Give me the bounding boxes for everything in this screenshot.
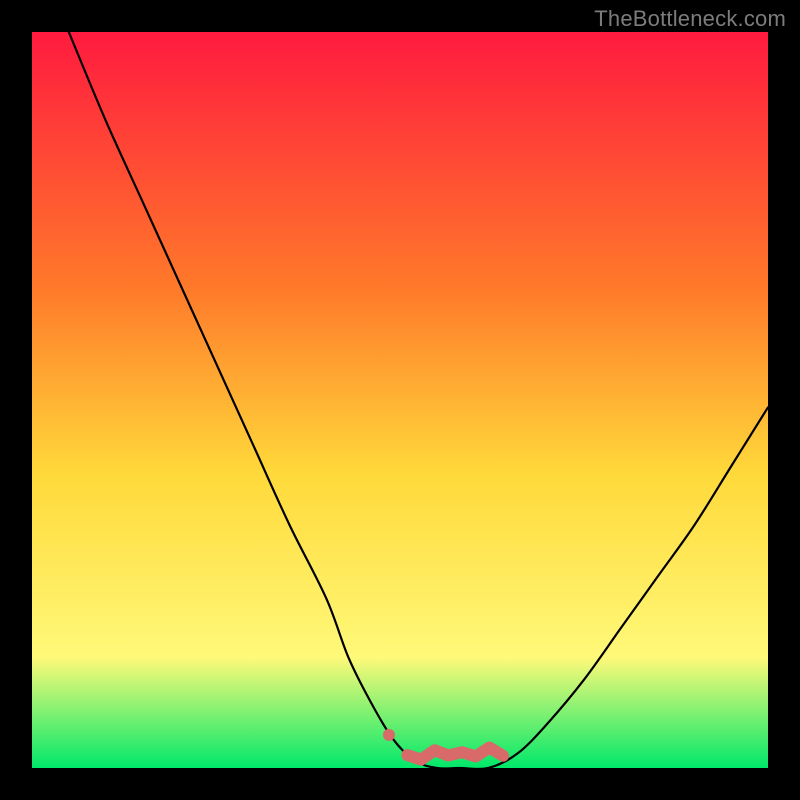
plot-area [32, 32, 768, 768]
left-dot-marker [383, 729, 395, 741]
plot-svg [32, 32, 768, 768]
watermark-text: TheBottleneck.com [594, 6, 786, 32]
outer-frame: TheBottleneck.com [0, 0, 800, 800]
gradient-background [32, 32, 768, 768]
